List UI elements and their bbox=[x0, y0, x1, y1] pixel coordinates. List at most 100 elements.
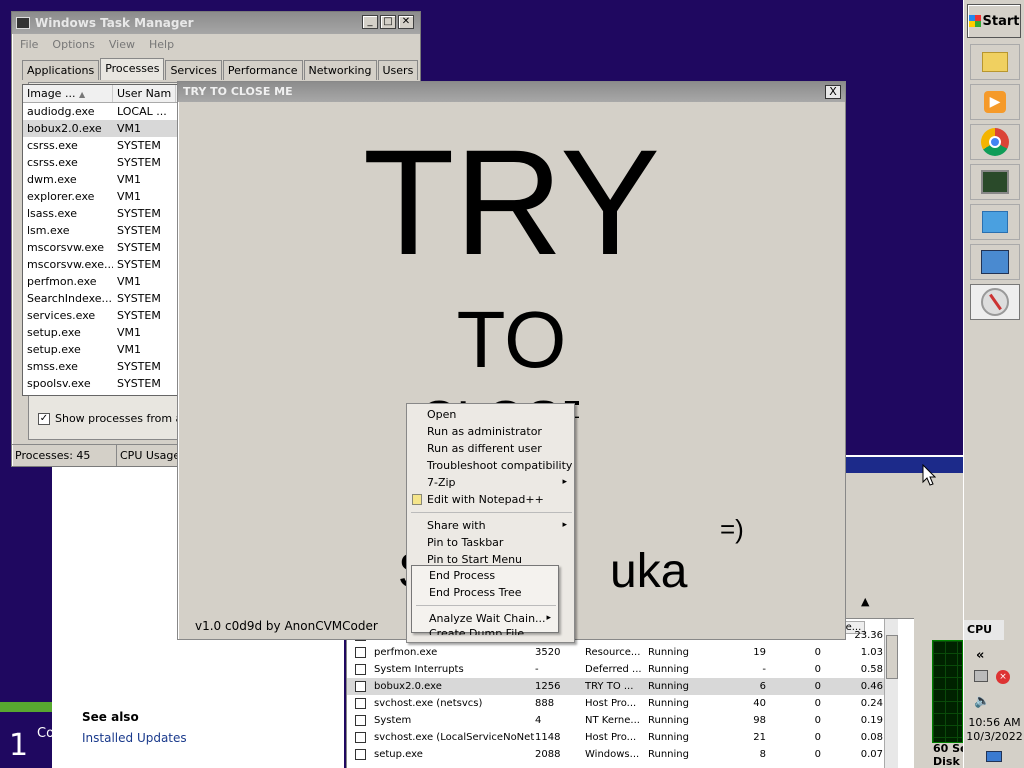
list-item[interactable]: audiodg.exe LOCAL ... bbox=[23, 103, 181, 120]
close-button[interactable]: ✕ bbox=[398, 15, 414, 29]
list-item[interactable]: smss.exe SYSTEM bbox=[23, 358, 181, 375]
tab-applications[interactable]: Applications bbox=[22, 60, 100, 80]
network-error-icon[interactable]: × bbox=[996, 670, 1010, 684]
minimize-button[interactable]: _ bbox=[362, 15, 378, 29]
cell-threads: - bbox=[762, 664, 766, 675]
show-all-checkbox[interactable]: ✓ bbox=[38, 412, 50, 425]
menu-bar: File Options View Help bbox=[12, 34, 420, 55]
tab-users[interactable]: Users bbox=[377, 60, 419, 80]
list-item[interactable]: services.exe SYSTEM bbox=[23, 307, 181, 324]
list-item[interactable]: perfmon.exe VM1 bbox=[23, 273, 181, 290]
process-user: SYSTEM bbox=[117, 207, 161, 220]
task-manager-taskbar-button[interactable] bbox=[970, 164, 1020, 200]
menu-item-create-dump[interactable]: Create Dump File bbox=[412, 627, 558, 635]
vertical-scrollbar[interactable] bbox=[884, 619, 898, 768]
table-row[interactable]: svchost.exe (netsvcs) 888 Host Pro... Runni… bbox=[347, 695, 887, 712]
list-item[interactable]: SearchIndexe... SYSTEM bbox=[23, 290, 181, 307]
cell-threads: 8 bbox=[759, 749, 766, 760]
network-taskbar-button[interactable] bbox=[970, 204, 1020, 240]
list-item[interactable]: lsass.exe SYSTEM bbox=[23, 205, 181, 222]
menu-item-share-with[interactable]: Share with ▸ bbox=[407, 517, 574, 534]
menu-view[interactable]: View bbox=[109, 38, 135, 51]
row-checkbox[interactable] bbox=[355, 647, 366, 658]
row-checkbox[interactable] bbox=[355, 749, 366, 760]
menu-item-end-process[interactable]: End Process bbox=[412, 567, 558, 584]
menu-item-notepad[interactable]: Edit with Notepad++ bbox=[407, 491, 574, 508]
table-row[interactable]: setup.exe 2088 Windows... Running 8 0 0.07 bbox=[347, 746, 887, 763]
tab-performance[interactable]: Performance bbox=[222, 60, 303, 80]
menu-item-open[interactable]: Open bbox=[407, 406, 574, 423]
show-desktop-icon[interactable] bbox=[986, 751, 1002, 762]
table-row[interactable]: bobux2.0.exe 1256 TRY TO ... Running 6 0 0.46 bbox=[347, 678, 887, 695]
process-user: VM1 bbox=[117, 343, 142, 356]
list-item[interactable]: csrss.exe SYSTEM bbox=[23, 154, 181, 171]
row-checkbox[interactable] bbox=[355, 664, 366, 675]
menu-item-7zip[interactable]: 7-Zip ▸ bbox=[407, 474, 574, 491]
app-taskbar-button[interactable] bbox=[970, 284, 1020, 320]
background-window-area bbox=[846, 473, 963, 591]
column-image-name[interactable]: Image ... ▲ bbox=[23, 85, 113, 102]
media-player-taskbar-button[interactable]: ▶ bbox=[970, 84, 1020, 120]
tab-processes[interactable]: Processes bbox=[100, 58, 165, 80]
menu-file[interactable]: File bbox=[20, 38, 38, 51]
column-user-name[interactable]: User Nam bbox=[113, 85, 177, 102]
task-manager-titlebar[interactable]: Windows Task Manager bbox=[12, 12, 420, 34]
table-row[interactable]: svchost.exe (LocalServiceNoNet... 1148 Hos… bbox=[347, 729, 887, 746]
list-item[interactable]: setup.exe VM1 bbox=[23, 324, 181, 341]
printer-icon[interactable] bbox=[974, 670, 988, 682]
explorer-taskbar-button[interactable] bbox=[970, 44, 1020, 80]
menu-item-run-as-admin[interactable]: Run as administrator bbox=[407, 423, 574, 440]
tab-networking[interactable]: Networking bbox=[303, 60, 377, 80]
clock-date: 10/3/2022 bbox=[966, 730, 1023, 743]
row-checkbox[interactable] bbox=[355, 698, 366, 709]
process-user: SYSTEM bbox=[117, 377, 161, 390]
list-item[interactable]: csrss.exe SYSTEM bbox=[23, 137, 181, 154]
table-row[interactable]: System 4 NT Kerne... Running 98 0 0.19 bbox=[347, 712, 887, 729]
row-checkbox[interactable] bbox=[355, 681, 366, 692]
try-window-close-button[interactable]: X bbox=[825, 85, 841, 99]
menu-item-analyze-wait-chain[interactable]: Analyze Wait Chain... ▸ bbox=[412, 610, 558, 627]
list-item[interactable]: explorer.exe VM1 bbox=[23, 188, 181, 205]
collapse-icon[interactable]: ▲ bbox=[861, 595, 869, 608]
cell-avg: 0.19 bbox=[860, 715, 883, 726]
menu-help[interactable]: Help bbox=[149, 38, 174, 51]
row-checkbox[interactable] bbox=[355, 715, 366, 726]
menu-item-end-process-tree[interactable]: End Process Tree bbox=[412, 584, 558, 601]
list-item[interactable]: bobux2.0.exe VM1 bbox=[23, 120, 181, 137]
control-panel-taskbar-button[interactable] bbox=[970, 244, 1020, 280]
row-checkbox[interactable] bbox=[355, 732, 366, 743]
list-item[interactable]: mscorsvw.exe SYSTEM bbox=[23, 239, 181, 256]
volume-icon[interactable]: 🔈 bbox=[974, 694, 990, 709]
chrome-taskbar-button[interactable] bbox=[970, 124, 1020, 160]
list-item[interactable]: mscorsvw.exe... SYSTEM bbox=[23, 256, 181, 273]
cell-name: System Interrupts bbox=[374, 664, 464, 675]
list-item[interactable]: setup.exe VM1 bbox=[23, 341, 181, 358]
table-row[interactable]: System Interrupts - Deferred ... Running - 0 0… bbox=[347, 661, 887, 678]
show-all-processes[interactable]: ✓ Show processes from all u bbox=[38, 412, 199, 425]
tab-services[interactable]: Services bbox=[165, 60, 222, 80]
process-list[interactable]: Image ... ▲ User Nam audiodg.exe LOCAL ..… bbox=[22, 84, 182, 396]
list-item[interactable]: spoolsv.exe SYSTEM bbox=[23, 375, 181, 392]
menu-item-run-as-user[interactable]: Run as different user bbox=[407, 440, 574, 457]
table-row[interactable]: perfmon.exe 3520 Resource... Running 19 0 1.03 bbox=[347, 644, 887, 661]
compass-icon bbox=[981, 288, 1009, 316]
control-panel-icon bbox=[981, 250, 1009, 274]
process-user: VM1 bbox=[117, 190, 142, 203]
try-window-titlebar[interactable]: TRY TO CLOSE ME bbox=[178, 82, 845, 102]
process-list-header: Image ... ▲ User Nam bbox=[23, 85, 181, 103]
start-button[interactable]: Start bbox=[967, 4, 1021, 38]
process-name: setup.exe bbox=[27, 343, 81, 356]
status-processes: Processes: 45 bbox=[12, 445, 117, 466]
cell-pid: 888 bbox=[535, 698, 555, 709]
maximize-button[interactable]: □ bbox=[380, 15, 396, 29]
installed-updates-link[interactable]: Installed Updates bbox=[82, 731, 187, 745]
list-item[interactable]: dwm.exe VM1 bbox=[23, 171, 181, 188]
list-item[interactable]: lsm.exe SYSTEM bbox=[23, 222, 181, 239]
show-hidden-icons-button[interactable]: « bbox=[976, 648, 984, 663]
clock[interactable]: 10:56 AM 10/3/2022 bbox=[964, 716, 1024, 744]
taskbar: Start ▶ CPU « × 🔈 10:56 AM 10/3/2022 bbox=[963, 0, 1024, 768]
menu-item-troubleshoot[interactable]: Troubleshoot compatibility bbox=[407, 457, 574, 474]
scroll-thumb[interactable] bbox=[886, 635, 898, 679]
menu-options[interactable]: Options bbox=[52, 38, 94, 51]
menu-item-pin-taskbar[interactable]: Pin to Taskbar bbox=[407, 534, 574, 551]
